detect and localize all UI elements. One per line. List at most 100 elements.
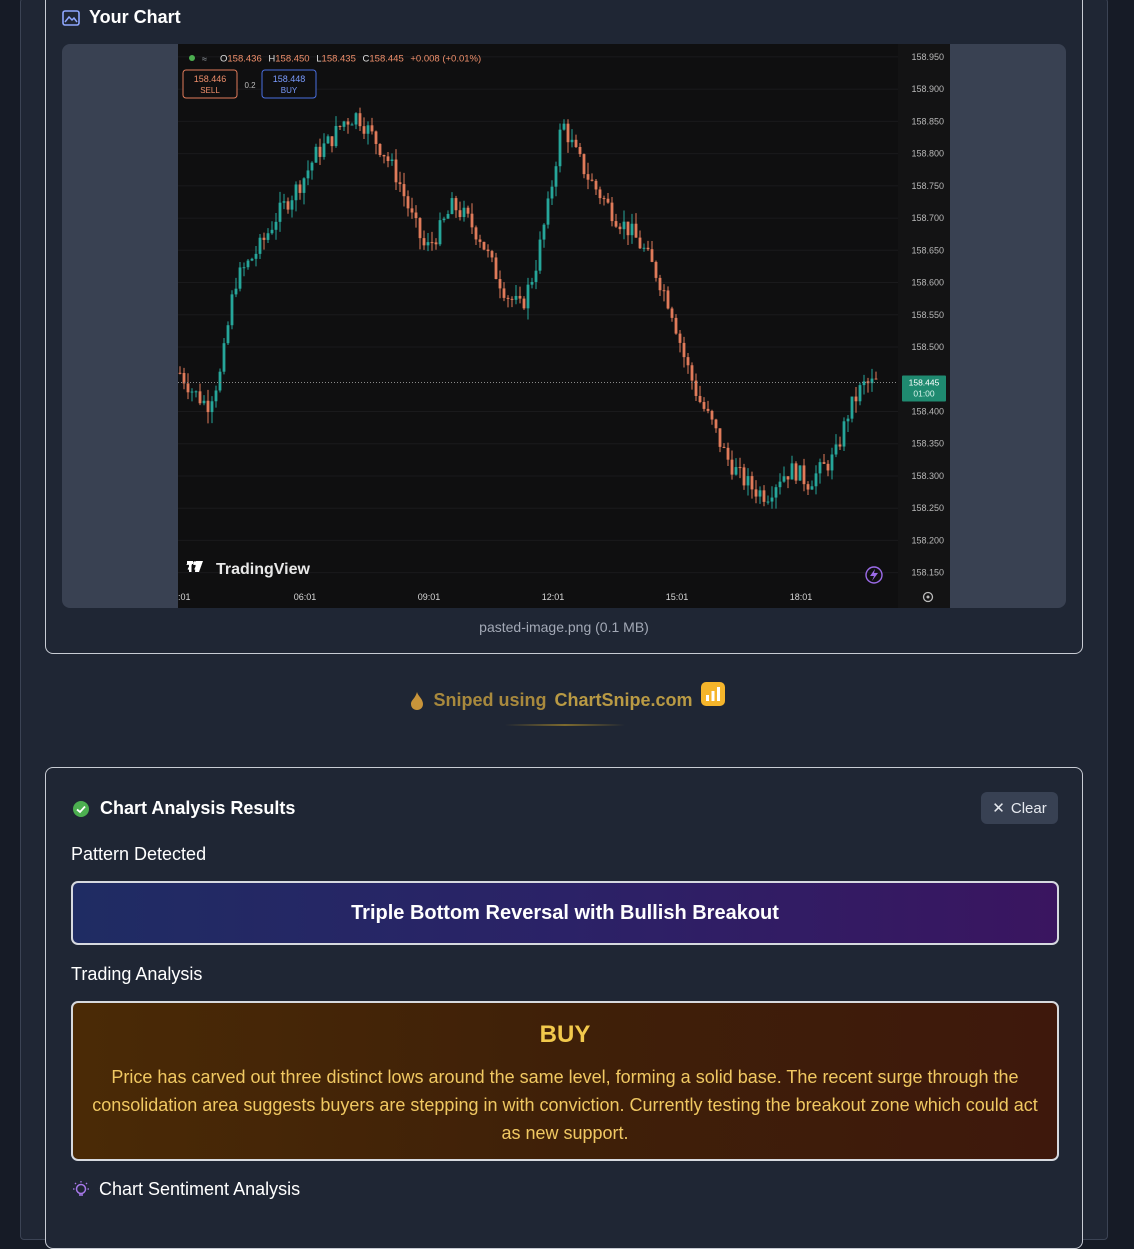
chart-card-header: Your Chart	[62, 7, 181, 28]
candle	[550, 180, 554, 206]
candle	[182, 367, 186, 390]
file-caption: pasted-image.png (0.1 MB)	[479, 619, 649, 635]
candle	[650, 240, 654, 263]
sell-button[interactable]: 158.446 SELL	[182, 69, 238, 99]
candle	[230, 290, 234, 330]
candle	[826, 460, 830, 477]
candle	[278, 191, 282, 232]
spread-value: 0.2	[244, 81, 256, 90]
candle	[306, 160, 310, 186]
candle	[754, 480, 758, 504]
buy-button[interactable]: 158.448 BUY	[261, 69, 317, 99]
candle	[226, 321, 230, 345]
candle	[258, 233, 262, 259]
candle	[670, 306, 674, 322]
candle	[766, 495, 770, 505]
candle	[502, 282, 506, 302]
brand-site[interactable]: ChartSnipe.com	[554, 690, 692, 711]
candle	[402, 172, 406, 207]
candle	[414, 205, 418, 228]
svg-text:158.446: 158.446	[194, 74, 227, 84]
svg-text:01:00: 01:00	[913, 388, 935, 398]
candle	[342, 120, 346, 131]
candle	[690, 362, 694, 390]
x-tick-label: :01	[178, 592, 191, 602]
candle	[802, 458, 806, 492]
candle	[518, 286, 522, 304]
candle	[298, 180, 302, 200]
candle	[710, 409, 714, 425]
candle	[410, 197, 414, 219]
candle	[202, 395, 206, 406]
lightning-icon[interactable]	[865, 566, 883, 584]
x-tick-label: 18:01	[790, 592, 813, 602]
candle	[786, 476, 790, 489]
candle	[862, 374, 866, 395]
candle	[198, 383, 202, 406]
candle	[386, 152, 390, 168]
candle	[350, 122, 354, 126]
candle	[470, 203, 474, 234]
y-tick-label: 158.650	[911, 245, 944, 255]
candle	[814, 465, 818, 495]
candle	[606, 193, 610, 204]
candle	[598, 186, 602, 205]
candle	[234, 277, 238, 298]
candle	[846, 415, 850, 433]
bar-chart-icon	[700, 681, 725, 706]
candle	[322, 133, 326, 160]
candle	[614, 213, 618, 228]
fire-icon	[411, 691, 424, 710]
candle	[678, 329, 682, 353]
candle	[830, 447, 834, 480]
candle	[194, 390, 198, 398]
ohlc-readout: O158.436 H158.450 L158.435 C158.445 +0.0…	[220, 54, 481, 65]
candle	[266, 228, 270, 244]
candle	[318, 138, 322, 166]
candlestick-chart: 158.950 158.900 158.850 158.800 158.750 158.7…	[178, 44, 950, 608]
candle	[330, 136, 334, 153]
candle	[378, 143, 382, 158]
y-tick-label: 158.800	[911, 149, 944, 159]
candle	[490, 249, 494, 263]
candle	[406, 190, 410, 217]
candle	[610, 196, 614, 227]
candle	[646, 240, 650, 251]
candle	[578, 143, 582, 157]
candle	[582, 153, 586, 179]
candle	[798, 465, 802, 481]
candle	[242, 262, 246, 277]
candle	[362, 117, 366, 140]
candle	[430, 231, 434, 251]
candle	[486, 244, 490, 258]
candle	[250, 257, 254, 262]
candle	[370, 117, 374, 135]
candle	[698, 385, 702, 404]
candle	[206, 389, 210, 424]
candle	[858, 382, 862, 406]
candle	[466, 205, 470, 218]
clear-button[interactable]: ✕ Clear	[981, 792, 1058, 824]
candle	[222, 338, 226, 375]
svg-text:158.448: 158.448	[273, 74, 306, 84]
candle	[634, 213, 638, 238]
candle	[850, 396, 854, 423]
candle	[210, 396, 214, 424]
candle	[422, 230, 426, 250]
chartsnipe-branding[interactable]: Sniped using ChartSnipe.com	[0, 681, 1134, 711]
pattern-label: Pattern Detected	[71, 844, 207, 864]
chart-card-title: Your Chart	[89, 7, 181, 27]
candle	[178, 366, 182, 375]
analysis-box: BUY Price has carved out three distinct …	[71, 1001, 1059, 1161]
y-tick-label: 158.400	[911, 406, 944, 416]
x-tick-label: 12:01	[542, 592, 565, 602]
candle	[566, 119, 570, 153]
candle	[478, 234, 482, 248]
candle	[290, 195, 294, 218]
candle	[398, 171, 402, 192]
candle	[774, 484, 778, 509]
candle	[686, 352, 690, 374]
candle	[558, 123, 562, 173]
candle	[510, 296, 514, 308]
lightbulb-icon	[73, 1180, 89, 1196]
